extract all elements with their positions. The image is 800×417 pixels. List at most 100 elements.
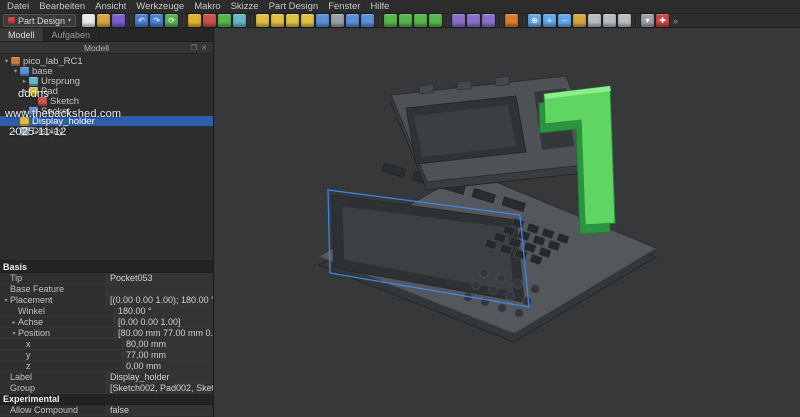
property-value[interactable]: false (107, 405, 213, 415)
tab-aufgaben[interactable]: Aufgaben (44, 28, 100, 41)
menu-bar: DateiBearbeitenAnsichtWerkzeugeMakroSkiz… (0, 0, 800, 14)
property-value[interactable]: [Sketch002, Pad002, Sketch003 ... (107, 383, 213, 393)
hole-icon[interactable] (331, 14, 344, 27)
panel-tabs: ModellAufgaben (0, 28, 213, 42)
tree-item-display[interactable]: ▸ Display (0, 126, 213, 136)
view-front-icon[interactable] (588, 14, 601, 27)
float-panel-button[interactable]: ❐ (189, 44, 199, 52)
menu-hilfe[interactable]: Hilfe (365, 0, 394, 13)
3d-viewport[interactable] (214, 28, 800, 417)
zoom-in-icon[interactable]: + (543, 14, 556, 27)
property-expander-icon[interactable]: ▸ (10, 319, 18, 326)
property-name-label: Base Feature (10, 284, 64, 294)
linear-pattern-icon[interactable] (467, 14, 480, 27)
edit-sketch-icon[interactable] (218, 14, 231, 27)
draft-icon[interactable] (414, 14, 427, 27)
property-value[interactable]: 80,00 mm (123, 339, 213, 349)
refresh-icon[interactable]: ⟳ (165, 14, 178, 27)
property-value[interactable]: [0.00 0.00 1.00] (115, 317, 213, 327)
main-area: ModellAufgaben Modell ❐ ✕ ▾pico_lab_RC1▾… (0, 28, 800, 417)
property-value[interactable]: [(0.00 0.00 1.00); 180.00 °; (80... (107, 295, 213, 305)
property-value[interactable]: 180.00 ° (115, 306, 213, 316)
menu-part-design[interactable]: Part Design (264, 0, 324, 13)
property-name: z (0, 361, 123, 371)
tree-item-display-holder[interactable]: Display_holder (0, 116, 213, 126)
map-sketch-icon[interactable] (233, 14, 246, 27)
expander-icon[interactable]: ▾ (20, 87, 29, 95)
fit-all-icon[interactable]: ⊕ (528, 14, 541, 27)
menu-makro[interactable]: Makro (189, 0, 225, 13)
property-value[interactable]: Pocket053 (107, 273, 213, 283)
polar-pattern-icon[interactable] (482, 14, 495, 27)
property-value[interactable] (107, 284, 213, 294)
additive-pipe-icon[interactable] (301, 14, 314, 27)
tree-item-label: Display (32, 126, 63, 137)
base-icon (20, 67, 29, 76)
open-document-icon[interactable] (97, 14, 110, 27)
pico-lab-rc1-icon (11, 57, 20, 66)
menu-fenster[interactable]: Fenster (323, 0, 365, 13)
axis-cross-icon[interactable]: ✚ (656, 14, 669, 27)
expander-icon[interactable]: ▸ (20, 107, 29, 115)
toolbar: Part Design ▾ ↶↷⟳ ⊕+− ▾✚ » (0, 14, 800, 28)
new-document-icon[interactable] (82, 14, 95, 27)
tree-item-pico-lab-rc1[interactable]: ▾pico_lab_RC1 (0, 56, 213, 66)
zoom-out-icon[interactable]: − (558, 14, 571, 27)
property-name-label: Tip (10, 273, 22, 283)
tab-modell[interactable]: Modell (0, 28, 44, 41)
additive-loft-icon[interactable] (286, 14, 299, 27)
property-row-label: LabelDisplay_holder (0, 372, 213, 383)
mirrored-icon[interactable] (452, 14, 465, 27)
property-value[interactable]: 0,00 mm (123, 361, 213, 371)
display-holder-icon (20, 117, 29, 126)
pad-icon[interactable] (256, 14, 269, 27)
dock-title: Modell (4, 43, 189, 53)
property-expander-icon[interactable]: ▾ (10, 330, 18, 337)
menu-werkzeuge[interactable]: Werkzeuge (131, 0, 189, 13)
draw-style-icon[interactable]: ▾ (641, 14, 654, 27)
property-value[interactable]: Display_holder (107, 372, 213, 382)
menu-datei[interactable]: Datei (2, 0, 34, 13)
freecad-window: DateiBearbeitenAnsichtWerkzeugeMakroSkiz… (0, 0, 800, 417)
create-sketch-icon[interactable] (203, 14, 216, 27)
undo-icon[interactable]: ↶ (135, 14, 148, 27)
chamfer-icon[interactable] (399, 14, 412, 27)
boolean-operation-icon[interactable] (505, 14, 518, 27)
property-expander-icon[interactable]: ▾ (2, 297, 10, 304)
close-panel-button[interactable]: ✕ (199, 44, 209, 52)
save-document-icon[interactable] (112, 14, 125, 27)
property-name: ▸Achse (0, 317, 115, 327)
tree-item-ursprung[interactable]: ▸Ursprung (0, 76, 213, 86)
property-row-winkel: Winkel180.00 ° (0, 306, 213, 317)
expander-icon[interactable]: ▾ (11, 67, 20, 75)
groove-icon[interactable] (346, 14, 359, 27)
create-body-icon[interactable] (188, 14, 201, 27)
tree-item-sketch[interactable]: Sketch (0, 96, 213, 106)
tree-item-socket[interactable]: ▸Socket (0, 106, 213, 116)
property-section-basis: Basis (0, 262, 213, 273)
revolution-icon[interactable] (271, 14, 284, 27)
redo-icon[interactable]: ↷ (150, 14, 163, 27)
view-top-icon[interactable] (603, 14, 616, 27)
property-value[interactable]: 77,00 mm (123, 350, 213, 360)
expander-icon[interactable]: ▸ (20, 77, 29, 85)
fillet-icon[interactable] (384, 14, 397, 27)
expander-icon[interactable]: ▾ (2, 57, 11, 65)
workbench-selector[interactable]: Part Design ▾ (3, 14, 76, 27)
menu-bearbeiten[interactable]: Bearbeiten (34, 0, 90, 13)
thickness-icon[interactable] (429, 14, 442, 27)
toolbar-overflow-icon[interactable]: » (673, 16, 678, 26)
tree-item-pad[interactable]: ▾Pad (0, 86, 213, 96)
view-isometric-icon[interactable] (573, 14, 586, 27)
toolbar-separator (129, 15, 131, 26)
view-right-icon[interactable] (618, 14, 631, 27)
pocket-icon[interactable] (316, 14, 329, 27)
menu-ansicht[interactable]: Ansicht (90, 0, 131, 13)
tree-item-base[interactable]: ▾base (0, 66, 213, 76)
menu-skizze[interactable]: Skizze (226, 0, 264, 13)
subtractive-loft-icon[interactable] (361, 14, 374, 27)
toolbar-separator (446, 15, 448, 26)
property-value[interactable]: [80.00 mm 77.00 mm 0.00 mm] (115, 328, 213, 338)
expander-icon[interactable]: ▸ (11, 127, 20, 135)
model-panel-header: Modell ❐ ✕ (0, 42, 213, 54)
